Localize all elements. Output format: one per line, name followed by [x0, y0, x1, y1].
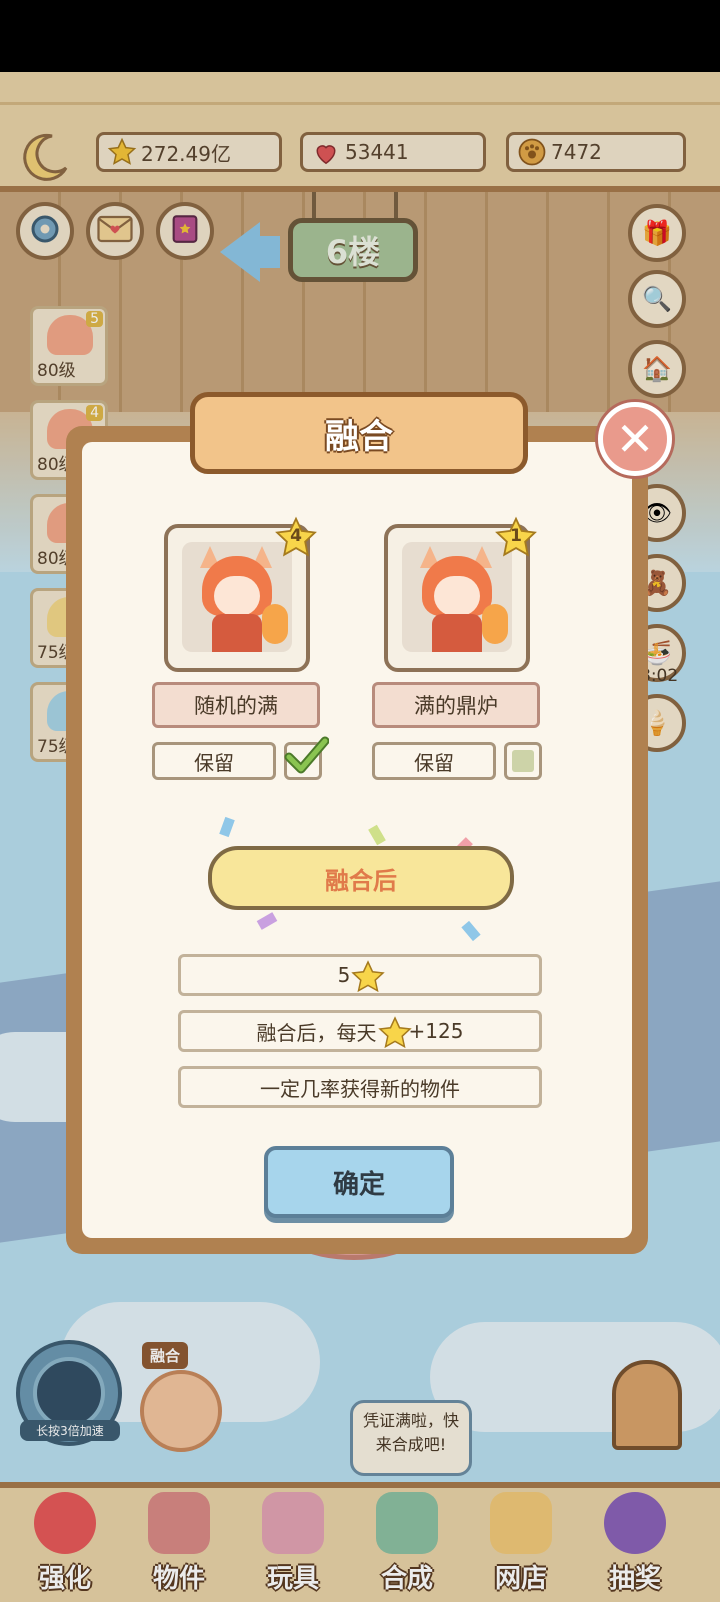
daily-bonus-row: 融合后，每天 +125	[178, 1010, 542, 1052]
keep-label: 保留	[414, 750, 454, 775]
close-icon: ✕	[615, 412, 655, 466]
star-rank-badge: 4	[274, 516, 318, 560]
right-keep-button[interactable]: 保留	[372, 742, 496, 780]
chance-row: 一定几率获得新的物件	[178, 1066, 542, 1108]
right-name-text: 满的鼎炉	[414, 694, 498, 718]
result-star-row: 5	[178, 954, 542, 996]
left-character-name: 随机的满	[152, 682, 320, 728]
fusion-dialog	[66, 426, 648, 1254]
after-fusion-label: 融合后	[325, 866, 397, 895]
left-character-card: 4	[164, 516, 317, 672]
result-star-count: 5	[337, 963, 351, 987]
confirm-button[interactable]: 确定	[264, 1146, 454, 1218]
daily-bonus-value: +125	[408, 1019, 464, 1043]
left-keep-button[interactable]: 保留	[152, 742, 276, 780]
right-keep-checkbox[interactable]	[504, 742, 542, 780]
star-rank-number: 4	[290, 526, 302, 546]
right-character-name: 满的鼎炉	[372, 682, 540, 728]
chance-text: 一定几率获得新的物件	[260, 1076, 460, 1101]
unchecked-fill	[512, 750, 534, 772]
right-character-card: 1	[384, 516, 537, 672]
star-rank-badge: 1	[494, 516, 538, 560]
star-rank-number: 1	[510, 526, 522, 546]
close-button[interactable]: ✕	[598, 402, 672, 476]
left-name-text: 随机的满	[194, 694, 278, 718]
daily-bonus-prefix: 融合后，每天	[256, 1020, 377, 1045]
dialog-title: 融合	[325, 416, 393, 457]
confirm-label: 确定	[332, 1169, 385, 1200]
after-fusion-banner: 融合后	[208, 846, 514, 910]
dialog-title-plate: 融合	[190, 392, 528, 474]
keep-label: 保留	[194, 750, 234, 775]
star-icon	[350, 959, 386, 993]
left-keep-checkbox[interactable]	[284, 736, 329, 780]
star-icon	[377, 1015, 412, 1049]
